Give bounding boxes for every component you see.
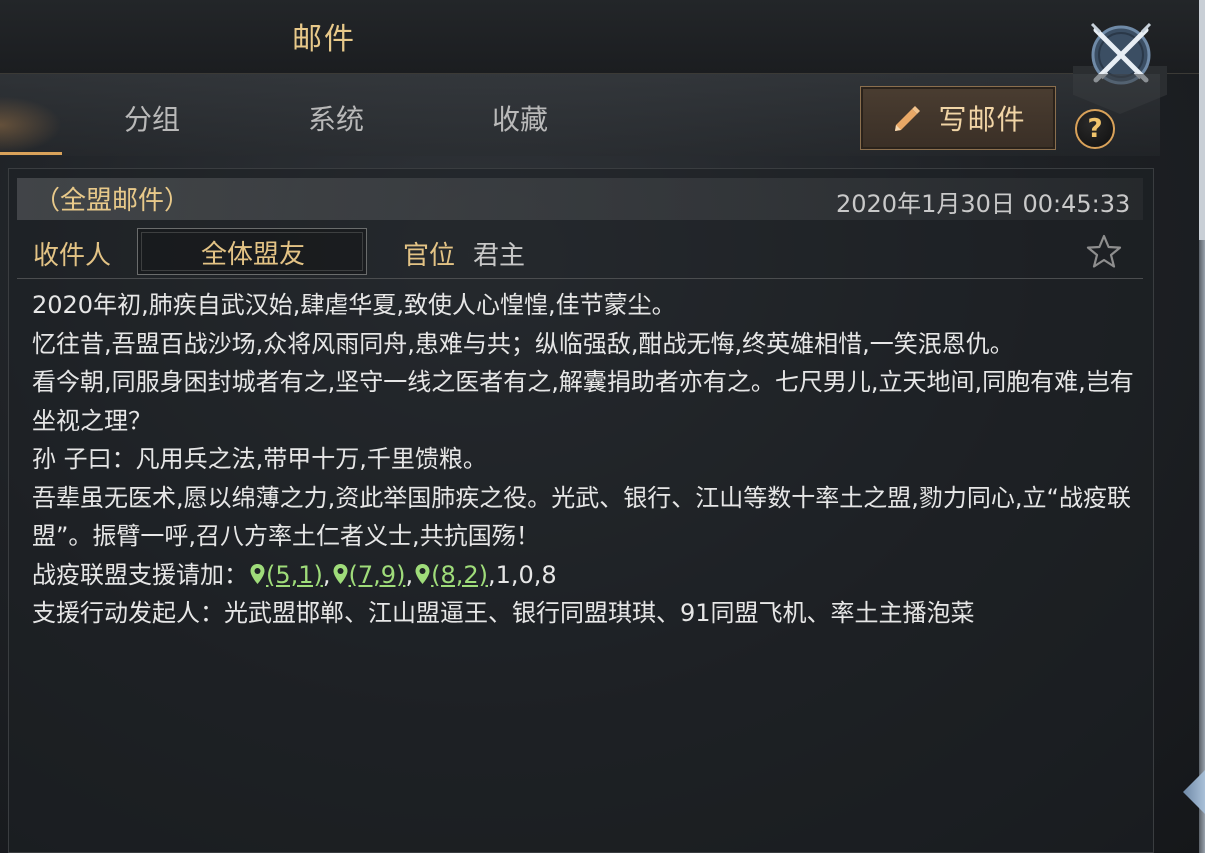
mail-body: 2020年初,肺疾自武汉始,肆虐华夏,致使人心惶惶,佳节蒙尘。 忆往昔,吾盟百战… [32,286,1142,633]
mail-timestamp: 2020年1月30日 00:45:33 [836,190,1131,218]
tab-active-indicator-glow [0,96,62,154]
location-pin-icon [415,563,430,584]
write-mail-button[interactable]: 写邮件 [860,86,1056,150]
mail-body-line: 孙 子曰：凡用兵之法,带甲十万,千里馈粮。 [32,445,487,473]
mail-body-line: 2020年初,肺疾自武汉始,肆虐华夏,致使人心惶惶,佳节蒙尘。 [32,291,676,319]
side-expand-arrow[interactable] [1183,770,1205,814]
tab-favorites[interactable]: 收藏 [492,100,548,140]
mail-type-label: （全盟邮件） [34,186,191,216]
help-icon: ? [1087,114,1103,144]
mail-body-line: 看今朝,同服身困封城者有之,坚守一线之医者有之,解囊捐助者亦有之。七尺男儿,立天… [32,368,1134,435]
coordinate-link[interactable]: (5,1) [266,561,323,589]
favorite-button[interactable] [1085,233,1123,271]
recipient-value: 全体盟友 [200,240,305,270]
write-mail-label: 写邮件 [938,103,1026,136]
star-outline-icon [1086,234,1122,268]
tab-active-underline [0,152,62,155]
sender-rank-label: 官位 [403,241,456,271]
sender-rank-value: 君主 [473,241,526,271]
mail-body-line: 吾辈虽无医术,愿以绵薄之力,资此举国肺疾之役。光武、银行、江山等数十率土之盟,勠… [32,483,1131,551]
support-prefix: 战疫联盟支援请加： [32,560,248,589]
mail-header-divider [17,278,1143,279]
mail-body-line: 忆往昔,吾盟百战沙场,众将风雨同舟,患难与共；纵临强敌,酣战无悔,终英雄相惜,一… [32,329,1014,358]
mail-body-line: 支援行动发起人：光武盟邯郸、江山盟逼王、银行同盟琪琪、91同盟飞机、率土主播泡菜 [32,599,975,627]
recipient-field: 全体盟友 [137,228,367,275]
page-title: 邮件 [292,22,356,57]
scrollbar-thumb[interactable] [1199,0,1205,240]
support-line: 战疫联盟支援请加： (5,1), (7,9), (8,2),1,0,8 [32,560,557,589]
help-button[interactable]: ? [1075,109,1115,149]
pencil-icon [895,106,921,131]
coordinate-link[interactable]: (7,9) [349,561,406,589]
tab-system[interactable]: 系统 [308,100,364,140]
top-bar: 邮件 [0,0,1205,74]
location-pin-icon [250,563,265,584]
location-pin-icon [333,563,348,584]
support-suffix: ,1,0,8 [488,560,557,589]
tab-group[interactable]: 分组 [124,100,180,140]
recipient-label: 收件人 [33,241,112,271]
coordinate-link[interactable]: (8,2) [431,561,488,589]
